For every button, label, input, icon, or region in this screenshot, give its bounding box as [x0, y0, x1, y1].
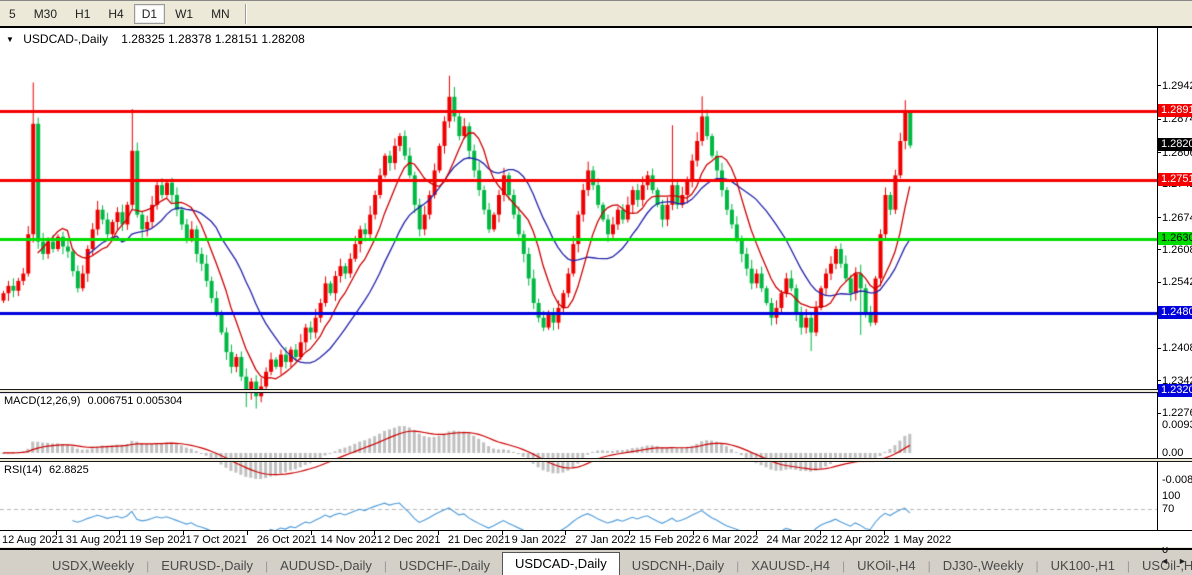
price-tick-label: 1.24080	[1162, 342, 1192, 354]
date-label: 31 Aug 2021	[66, 534, 128, 546]
date-label: 21 Dec 2021	[448, 534, 510, 546]
date-tick-mark	[693, 531, 694, 535]
tab-usdcnh-daily[interactable]: USDCNH-,Daily	[620, 556, 736, 575]
tab-dj30-weekly[interactable]: DJ30-,Weekly	[931, 556, 1036, 575]
current-price-tag: 1.28208	[1158, 138, 1192, 151]
tab-uk100-h1[interactable]: UK100-,H1	[1039, 556, 1127, 575]
date-label: 6 Mar 2022	[703, 534, 759, 546]
date-tick-mark	[183, 531, 184, 535]
timeframe-m30-button[interactable]: M30	[26, 4, 65, 24]
main-price-chart[interactable]	[0, 74, 1157, 416]
date-label: 19 Sep 2021	[129, 534, 191, 546]
level-price-tag: 1.26303	[1158, 232, 1192, 245]
tab-usdchf-daily[interactable]: USDCHF-,Daily	[387, 556, 502, 575]
date-tick-mark	[247, 531, 248, 535]
date-tick-mark	[56, 531, 57, 535]
date-label: 15 Feb 2022	[639, 534, 701, 546]
price-tick-mark	[1157, 85, 1161, 86]
timeframe-mn-button[interactable]: MN	[203, 4, 238, 24]
price-tick-mark	[1157, 413, 1161, 414]
tab-eurusd-daily[interactable]: EURUSD-,Daily	[149, 556, 265, 575]
chart-window: ▼ USDCAD-,Daily 1.28325 1.28378 1.28151 …	[0, 28, 1192, 546]
rsi-tick-label: 70	[1162, 503, 1174, 515]
rsi-tick-label: 100	[1162, 490, 1180, 502]
price-tick-mark	[1157, 152, 1161, 153]
date-label: 26 Oct 2021	[257, 534, 317, 546]
price-tick-mark	[1157, 119, 1161, 120]
date-label: 7 Oct 2021	[193, 534, 247, 546]
price-tick-label: 1.25420	[1162, 276, 1192, 288]
price-tick-mark	[1157, 348, 1161, 349]
date-tick-mark	[756, 531, 757, 535]
panel-splitter[interactable]	[0, 389, 1192, 393]
price-tick-label: 1.22760	[1162, 407, 1192, 419]
toolbar-separator	[245, 4, 247, 24]
date-label: 12 Apr 2022	[830, 534, 889, 546]
price-tick-label: 1.26740	[1162, 212, 1192, 224]
price-tick-label: 1.29420	[1162, 80, 1192, 92]
date-label: 2 Dec 2021	[384, 534, 440, 546]
rsi-label: RSI(14) 62.8825	[4, 464, 89, 476]
price-tick-mark	[1157, 380, 1161, 381]
tab-ukoil-h4[interactable]: UKOil-,H4	[845, 556, 928, 575]
date-axis: 12 Aug 202131 Aug 202119 Sep 20217 Oct 2…	[0, 530, 1192, 547]
level-price-tag: 1.23203	[1158, 384, 1192, 397]
date-tick-mark	[629, 531, 630, 535]
price-tick-label: 1.26080	[1162, 244, 1192, 256]
tab-scroll-left-button[interactable]: ◄	[1160, 556, 1169, 566]
tab-audusd-daily[interactable]: AUDUSD-,Daily	[268, 556, 384, 575]
date-label: 9 Jan 2022	[512, 534, 566, 546]
timeframe-w1-button[interactable]: W1	[167, 4, 201, 24]
macd-tick-label: -0.008902	[1162, 474, 1192, 486]
trading-app-window: 5M30H1H4D1W1MN ▼ USDCAD-,Daily 1.28325 1…	[0, 0, 1192, 575]
timeframe-toolbar: 5M30H1H4D1W1MN	[0, 2, 1192, 26]
date-label: 27 Jan 2022	[575, 534, 636, 546]
collapse-arrow-icon[interactable]: ▼	[6, 35, 14, 44]
date-label: 24 Mar 2022	[766, 534, 828, 546]
date-tick-mark	[565, 531, 566, 535]
level-price-tag: 1.28912	[1158, 104, 1192, 117]
date-tick-mark	[311, 531, 312, 535]
date-tick-mark	[820, 531, 821, 535]
price-tick-mark	[1157, 217, 1161, 218]
date-tick-mark	[502, 531, 503, 535]
chart-title: USDCAD-,Daily	[23, 32, 108, 46]
date-label: 12 Aug 2021	[2, 534, 64, 546]
level-price-tag: 1.24800	[1158, 306, 1192, 319]
chart-tab-bar: USDX,Weekly|EURUSD-,Daily|AUDUSD-,Daily|…	[0, 548, 1192, 575]
date-tick-mark	[119, 531, 120, 535]
timeframe-5-button[interactable]: 5	[1, 4, 24, 24]
chart-title-row: ▼ USDCAD-,Daily 1.28325 1.28378 1.28151 …	[6, 32, 305, 46]
price-tick-mark	[1157, 282, 1161, 283]
panel-splitter[interactable]	[0, 458, 1192, 462]
timeframe-d1-button[interactable]: D1	[134, 4, 165, 24]
tab-xauusd-h4[interactable]: XAUUSD-,H4	[739, 556, 842, 575]
date-tick-mark	[884, 531, 885, 535]
tab-scroll-right-button[interactable]: ►	[1178, 556, 1187, 566]
macd-tick-label: 0.009345	[1162, 419, 1192, 431]
date-tick-mark	[374, 531, 375, 535]
tab-usdx-weekly[interactable]: USDX,Weekly	[40, 556, 146, 575]
chart-ohlc-readout: 1.28325 1.28378 1.28151 1.28208	[121, 32, 305, 46]
level-price-tag: 1.27515	[1158, 173, 1192, 186]
price-tick-mark	[1157, 249, 1161, 250]
timeframe-h1-button[interactable]: H1	[67, 4, 98, 24]
macd-indicator-chart[interactable]	[0, 420, 1157, 485]
timeframe-h4-button[interactable]: H4	[100, 4, 131, 24]
macd-label: MACD(12,26,9) 0.006751 0.005304	[4, 395, 182, 407]
date-label: 1 May 2022	[894, 534, 951, 546]
date-tick-mark	[438, 531, 439, 535]
tab-usdcad-daily[interactable]: USDCAD-,Daily	[502, 552, 620, 575]
date-label: 14 Nov 2021	[321, 534, 383, 546]
